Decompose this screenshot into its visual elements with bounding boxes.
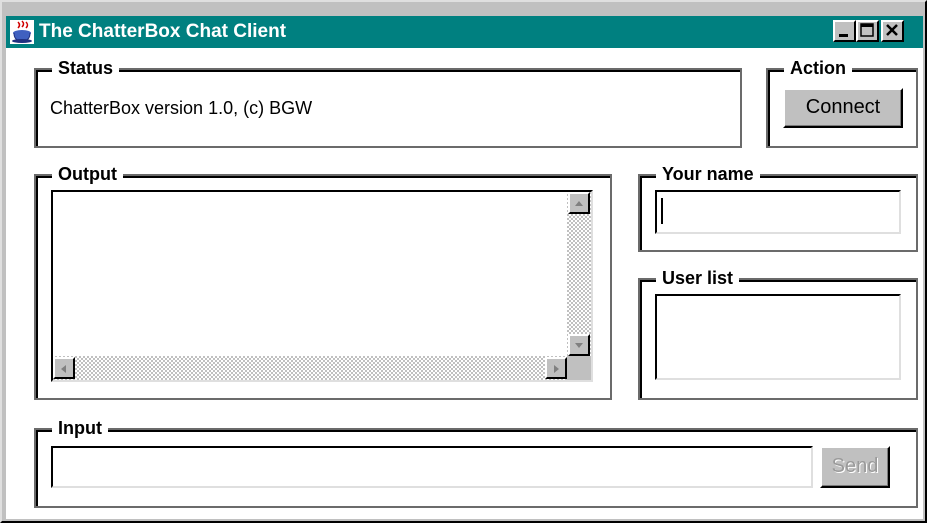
minimize-button[interactable] bbox=[833, 20, 856, 42]
java-cup-icon bbox=[10, 20, 34, 44]
text-caret bbox=[661, 198, 663, 224]
minimize-icon bbox=[839, 34, 848, 37]
maximize-button[interactable] bbox=[856, 20, 879, 42]
output-legend: Output bbox=[52, 162, 123, 186]
your-name-legend: Your name bbox=[656, 162, 760, 186]
client-area: Status ChatterBox version 1.0, (c) BGW A… bbox=[6, 48, 923, 519]
your-name-group: Your name bbox=[638, 162, 918, 252]
your-name-input[interactable] bbox=[655, 190, 901, 234]
status-group: Status ChatterBox version 1.0, (c) BGW bbox=[34, 56, 742, 148]
scroll-up-button[interactable] bbox=[568, 192, 590, 214]
arrow-down-icon bbox=[575, 343, 583, 348]
input-group: Input Send bbox=[34, 416, 918, 508]
action-group: Action Connect bbox=[766, 56, 918, 148]
window-title: The ChatterBox Chat Client bbox=[39, 21, 287, 42]
close-button[interactable] bbox=[881, 20, 904, 42]
user-list-legend: User list bbox=[656, 266, 740, 290]
scroll-left-button[interactable] bbox=[53, 357, 75, 379]
message-input[interactable] bbox=[51, 446, 813, 488]
scroll-down-button[interactable] bbox=[568, 334, 590, 356]
arrow-right-icon bbox=[554, 365, 559, 373]
close-icon bbox=[886, 24, 898, 36]
arrow-up-icon bbox=[575, 201, 583, 206]
output-vertical-scrollbar[interactable] bbox=[567, 192, 591, 356]
action-legend: Action bbox=[784, 56, 852, 80]
arrow-left-icon bbox=[61, 365, 66, 373]
connect-button[interactable]: Connect bbox=[783, 88, 903, 128]
status-text: ChatterBox version 1.0, (c) BGW bbox=[50, 98, 313, 118]
user-list-group: User list bbox=[638, 266, 918, 400]
output-area[interactable] bbox=[51, 190, 593, 382]
scroll-corner bbox=[567, 356, 591, 380]
output-group: Output bbox=[34, 162, 612, 400]
send-button[interactable]: Send bbox=[820, 446, 890, 488]
scroll-right-button[interactable] bbox=[545, 357, 567, 379]
input-legend: Input bbox=[52, 416, 108, 440]
status-legend: Status bbox=[52, 56, 120, 80]
app-window: The ChatterBox Chat Client Status Chatte… bbox=[0, 0, 927, 523]
output-horizontal-scrollbar[interactable] bbox=[53, 356, 567, 380]
maximize-icon bbox=[860, 23, 874, 37]
user-list-box[interactable] bbox=[655, 294, 901, 380]
title-bar[interactable]: The ChatterBox Chat Client bbox=[6, 16, 923, 48]
